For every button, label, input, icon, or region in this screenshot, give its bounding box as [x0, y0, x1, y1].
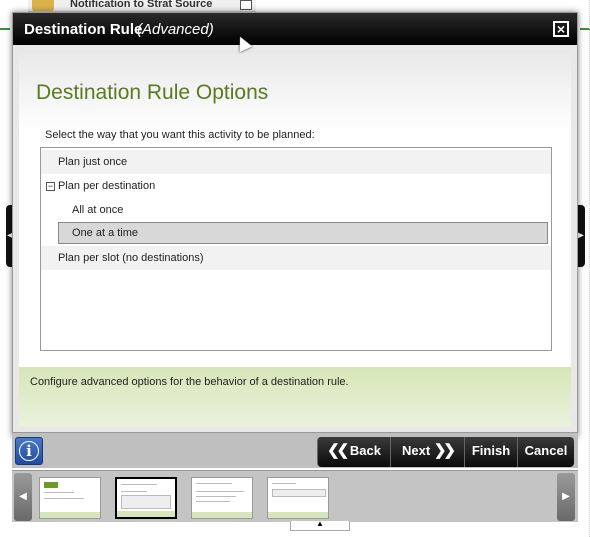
cancel-button[interactable]: Cancel — [517, 437, 574, 467]
back-label: Back — [349, 443, 381, 458]
finish-button[interactable]: Finish — [464, 437, 517, 467]
dialog-subtitle: (Advanced) — [137, 21, 214, 38]
option-all-at-once[interactable]: All at once — [41, 198, 551, 222]
thumbnail-step-2[interactable] — [115, 477, 177, 519]
planning-options-list: Plan just once − Plan per destination Al… — [40, 147, 552, 351]
caret-up-icon: ▲ — [316, 519, 324, 528]
thumbnail-step-1[interactable] — [39, 477, 101, 519]
thumb-scroll-right-icon[interactable]: ▶ — [557, 473, 575, 521]
option-label: Plan per destination — [58, 180, 156, 192]
next-button[interactable]: Next ❯❯ — [390, 437, 464, 467]
option-label: All at once — [72, 204, 124, 216]
next-chevron-icon: ❯❯ — [433, 442, 456, 459]
background-divider — [580, 0, 590, 537]
restore-icon[interactable] — [240, 0, 252, 10]
dialog-title: Destination Rule — [24, 21, 143, 38]
header-band: Destination Rule Options — [19, 53, 571, 133]
next-label: Next — [402, 443, 431, 458]
close-icon[interactable]: × — [553, 21, 569, 37]
destination-rule-dialog: Destination Rule (Advanced) × Destinatio… — [12, 12, 578, 437]
thumb-logo — [44, 482, 58, 488]
option-plan-per-slot[interactable]: Plan per slot (no destinations) — [41, 246, 551, 270]
page-title: Destination Rule Options — [36, 81, 269, 104]
thumbnail-strip: ◀ ▶ — [12, 470, 578, 522]
thumb-scroll-left-icon[interactable]: ◀ — [14, 473, 32, 521]
dialog-content: Destination Rule Options Select the way … — [19, 53, 571, 427]
option-label: One at a time — [72, 227, 139, 239]
collapse-toggle-icon[interactable]: − — [46, 182, 55, 191]
info-icon: i — [19, 441, 39, 461]
dialog-titlebar[interactable]: Destination Rule (Advanced) × — [13, 13, 577, 45]
wizard-toolbar: i ❮❮ Back Next ❯❯ Finish Cancel — [12, 432, 578, 468]
folder-icon — [32, 0, 54, 11]
thumbnail-step-4[interactable] — [267, 477, 329, 519]
back-button[interactable]: ❮❮ Back — [317, 437, 390, 467]
background-tab-label: Notification to Strat Source — [70, 0, 213, 10]
instruction-text: Select the way that you want this activi… — [45, 129, 315, 141]
option-label: Plan per slot (no destinations) — [58, 252, 204, 264]
background-tab[interactable]: Notification to Strat Source — [28, 0, 256, 12]
info-button[interactable]: i — [15, 437, 43, 465]
collapse-strip-tab[interactable]: ▲ — [290, 519, 350, 531]
option-plan-per-destination[interactable]: − Plan per destination — [41, 174, 551, 198]
background-line-left — [0, 28, 10, 30]
help-panel: Configure advanced options for the behav… — [19, 367, 571, 427]
thumbnail-step-3[interactable] — [191, 477, 253, 519]
option-one-at-a-time[interactable]: One at a time — [58, 222, 548, 244]
help-text: Configure advanced options for the behav… — [30, 376, 349, 388]
back-chevron-icon: ❮❮ — [327, 442, 349, 459]
option-label: Plan just once — [58, 156, 128, 168]
option-plan-just-once[interactable]: Plan just once — [41, 150, 551, 174]
